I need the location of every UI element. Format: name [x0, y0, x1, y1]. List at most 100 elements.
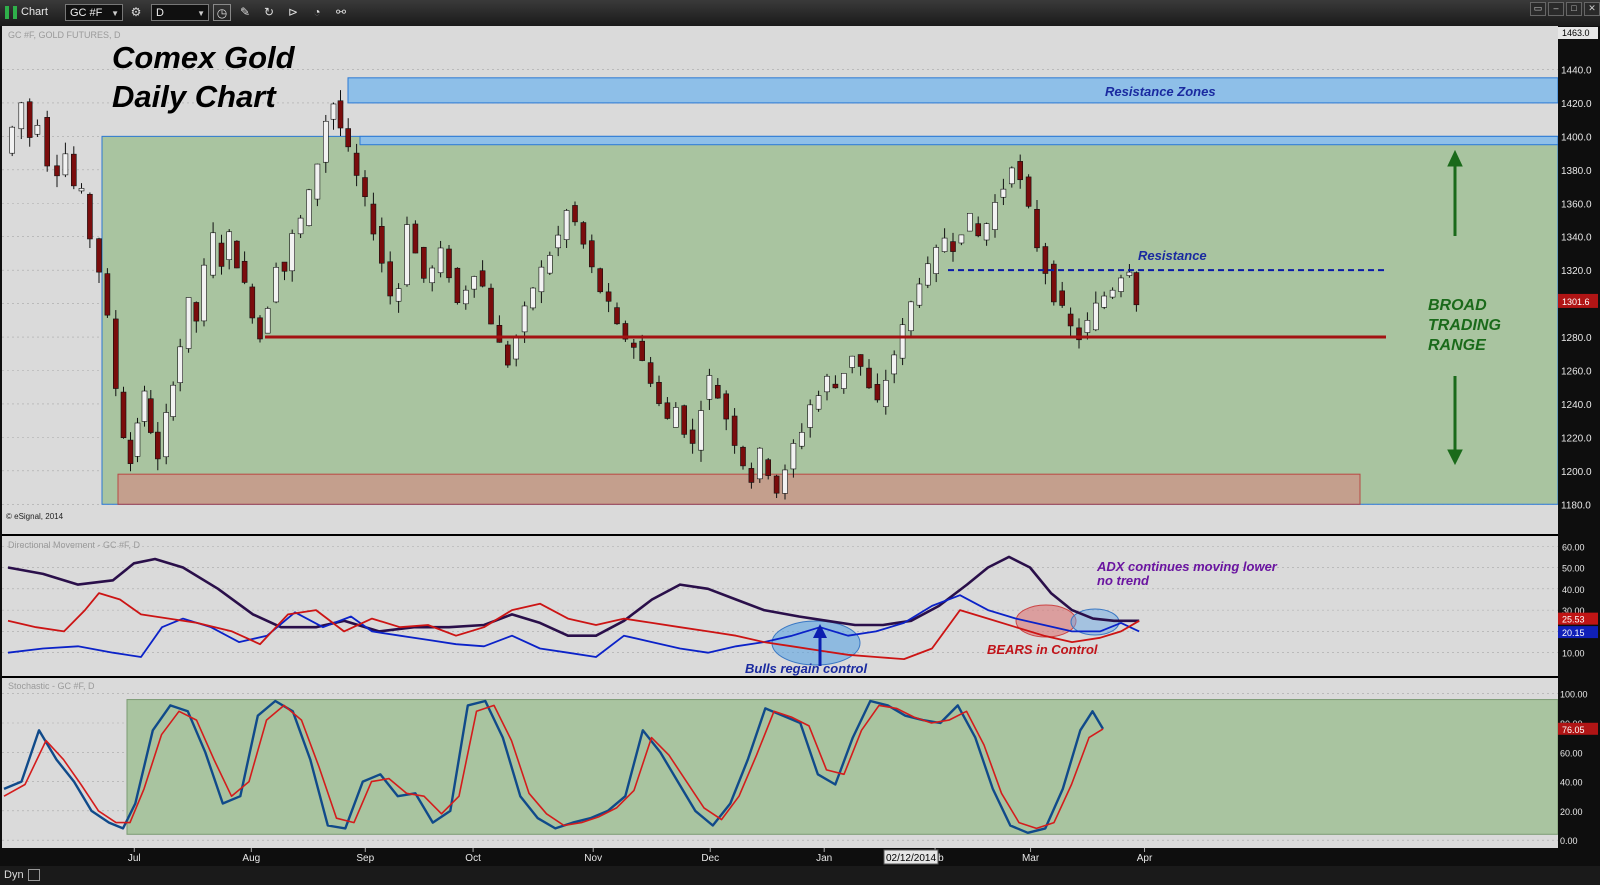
candle-body [1084, 320, 1091, 333]
price-tick-label: 1440.0 [1561, 65, 1592, 76]
candle-body [597, 268, 604, 293]
candle-body [782, 469, 788, 494]
link-icon[interactable]: ⚯ [332, 4, 350, 21]
gold-daily-chart[interactable]: Comex Gold Daily Chart GC #F, GOLD FUTURE… [0, 26, 1600, 866]
minimize-icon[interactable]: – [1548, 2, 1564, 16]
candle-body [647, 362, 654, 384]
candle-body [241, 260, 248, 283]
candle-body [731, 415, 738, 446]
interval-select[interactable]: D ▼ [151, 4, 209, 21]
candle-body [462, 289, 469, 305]
candle-body [479, 270, 486, 287]
candle-body [857, 354, 864, 367]
candle-body [748, 468, 755, 483]
candle-body [330, 103, 337, 120]
candle-body [714, 384, 721, 399]
app-logo-icon [5, 6, 17, 19]
price-tick-label: 1340.0 [1561, 233, 1592, 244]
candle-body [120, 391, 127, 439]
stochastic-value: 76.05 [1562, 725, 1585, 735]
candle-body [437, 247, 444, 274]
candle-body [454, 267, 461, 303]
interval-value: D [156, 7, 164, 19]
dyn-toggle-icon[interactable] [28, 869, 40, 881]
price-tick-label: 1420.0 [1561, 99, 1592, 110]
pencil-icon[interactable]: ✎ [236, 4, 254, 21]
stochastic-tick-label: 100.00 [1560, 690, 1588, 700]
restore-icon[interactable]: ▭ [1530, 2, 1546, 16]
candle-body [1133, 272, 1140, 306]
candle-body [1126, 271, 1133, 276]
candle-body [1008, 167, 1015, 185]
play-icon[interactable]: ⊳ [284, 4, 302, 21]
candle-body [26, 101, 33, 138]
close-icon[interactable]: ✕ [1584, 2, 1600, 16]
date-highlight-label: 02/12/2014 [886, 853, 936, 864]
candle-body [975, 223, 982, 237]
candle-body [378, 226, 385, 264]
candle-body [148, 398, 154, 433]
candle-body [54, 165, 60, 177]
candle-body [185, 297, 192, 349]
price-tick-label: 1280.0 [1561, 333, 1592, 344]
price-tick-label: 1180.0 [1561, 500, 1591, 511]
candle-body [78, 188, 85, 192]
candle-body [345, 128, 352, 148]
candle-body [177, 346, 183, 383]
candle-body [815, 395, 822, 410]
candle-body [916, 283, 923, 306]
adx-pane-header: Directional Movement - GC #F, D [8, 540, 141, 550]
gear-icon[interactable]: ⚙ [127, 4, 145, 21]
candle-body [773, 475, 780, 494]
candle-body [614, 307, 620, 325]
dyn-label: Dyn [4, 869, 24, 881]
candle-body [87, 193, 93, 240]
history-icon[interactable]: ◔ [308, 4, 326, 21]
candle-body [420, 246, 427, 279]
symbol-select[interactable]: GC #F ▼ [65, 4, 123, 21]
symbol-value: GC #F [70, 7, 103, 19]
candle-body [824, 375, 830, 393]
price-pane-header: GC #F, GOLD FUTURES, D [8, 30, 121, 40]
price-tick-label: 1220.0 [1561, 433, 1592, 444]
refresh-icon[interactable]: ↻ [260, 4, 278, 21]
candle-body [314, 163, 321, 200]
candle-body [572, 205, 578, 223]
candle-body [289, 233, 296, 272]
candle-body [941, 237, 948, 252]
month-label: Dec [701, 853, 719, 864]
month-label: Aug [242, 853, 260, 864]
candle-body [723, 393, 730, 420]
date-axis: JulAugSepOctNovDecJanFebMarApr 02/12/201… [0, 848, 1558, 866]
app-label: Chart [21, 6, 48, 18]
candle-body [113, 318, 119, 389]
adx-tick-label: 40.00 [1562, 585, 1585, 595]
candle-body [950, 241, 956, 252]
candle-body [34, 124, 41, 135]
range-text-line-1: BROAD [1428, 297, 1487, 314]
clock-icon[interactable]: ◷ [213, 4, 231, 21]
price-tick-label: 1240.0 [1561, 400, 1592, 411]
adx-tick-label: 10.00 [1562, 649, 1585, 659]
candle-body [630, 342, 637, 348]
candle-body [370, 203, 377, 235]
candle-body [849, 355, 856, 368]
candle-body [672, 407, 679, 428]
candle-body [429, 267, 436, 284]
chart-title-line-2: Daily Chart [112, 79, 277, 114]
range-text-line-2: TRADING [1428, 317, 1501, 334]
candle-body [706, 375, 713, 400]
candle-body [297, 217, 304, 235]
candle-body [664, 402, 671, 419]
candle-body [1101, 295, 1107, 308]
candle-body [546, 255, 553, 274]
candle-body [513, 336, 520, 360]
maximize-icon[interactable]: □ [1566, 2, 1582, 16]
candle-body [9, 126, 15, 154]
candle-body [193, 302, 200, 322]
candle-body [62, 153, 69, 176]
broad-trading-range-box [101, 135, 1559, 505]
candle-body [765, 459, 772, 476]
candle-body [866, 367, 872, 389]
price-tick-label: 1360.0 [1561, 199, 1592, 210]
